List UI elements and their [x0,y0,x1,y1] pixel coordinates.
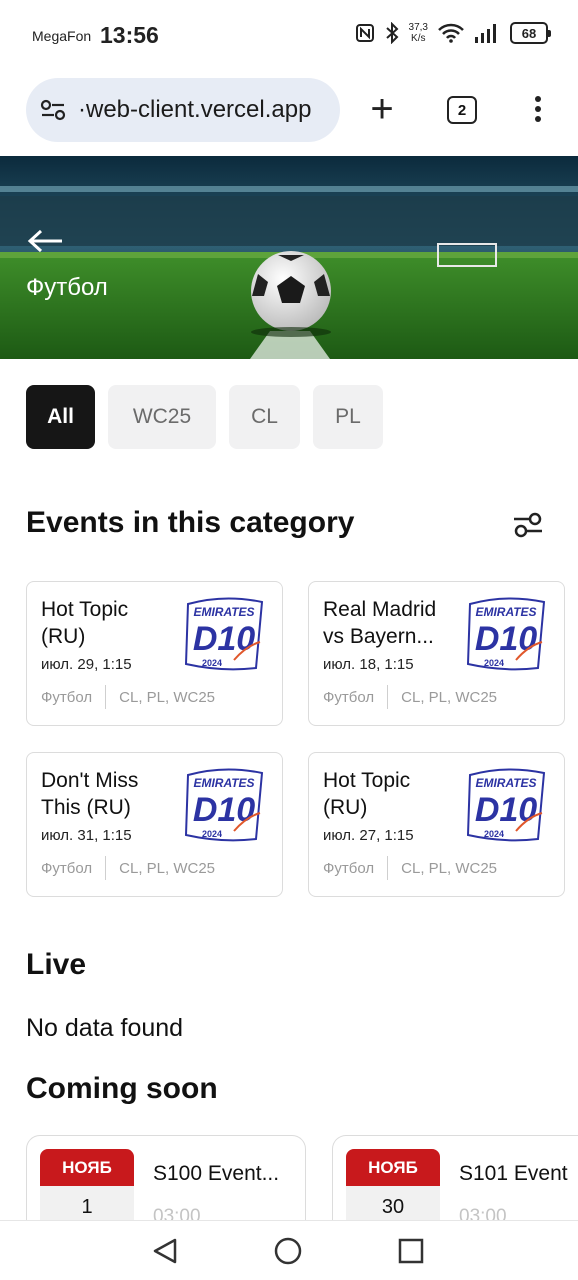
svg-text:2024: 2024 [484,658,504,668]
carrier-name: MegaFon [32,28,92,44]
event-meta: Футбол CL, PL, WC25 [323,685,497,709]
emirates-d10-logo: EMIRATES D10 2024 [466,597,546,671]
emirates-d10-logo: EMIRATES D10 2024 [184,768,264,842]
event-card[interactable]: Hot Topic (RU) июл. 29, 1:15 Футбол CL, … [26,581,283,726]
date-badge-month: НОЯБ [346,1149,440,1186]
events-section-title: Events in this category [26,506,355,539]
recents-nav-icon[interactable] [398,1238,424,1264]
event-meta: Футбол CL, PL, WC25 [41,685,215,709]
chip-cl[interactable]: CL [229,385,300,449]
filter-chips: All WC25 CL PL [26,385,383,449]
event-date: июл. 29, 1:15 [41,656,132,673]
event-category: Футбол [323,859,375,877]
upcoming-event-title: S101 Event [459,1162,568,1185]
event-tags: CL, PL, WC25 [119,688,216,706]
site-settings-icon[interactable] [40,99,66,121]
event-category: Футбол [41,688,93,706]
upcoming-event-title: S100 Event... [153,1162,280,1185]
event-title: Don't Miss This (RU) [41,769,139,819]
home-nav-icon[interactable] [274,1237,302,1265]
status-bar: MegaFon 13:56 37,3 K/s 68 [0,0,578,72]
svg-text:D10: D10 [475,791,537,829]
svg-text:2024: 2024 [484,829,504,839]
event-card[interactable]: Hot Topic (RU) июл. 27, 1:15 Футбол CL, … [308,752,565,897]
svg-text:EMIRATES: EMIRATES [193,605,254,619]
coming-soon-title: Coming soon [26,1072,218,1105]
svg-text:D10: D10 [193,620,255,658]
emirates-d10-logo: EMIRATES D10 2024 [466,768,546,842]
event-date: июл. 31, 1:15 [41,827,132,844]
chip-all[interactable]: All [26,385,95,449]
tab-switcher-button[interactable]: 2 [447,96,477,124]
battery-indicator: 68 [510,22,551,44]
back-nav-icon[interactable] [152,1237,178,1265]
svg-text:D10: D10 [193,791,255,829]
system-navigation-bar [0,1220,578,1280]
live-section-title: Live [26,948,87,981]
filter-settings-icon[interactable] [512,510,544,540]
new-tab-button[interactable]: + [366,89,398,129]
event-tags: CL, PL, WC25 [119,859,216,877]
browser-menu-button[interactable] [530,96,546,126]
category-title: Футбол [26,274,108,301]
emirates-d10-logo: EMIRATES D10 2024 [184,597,264,671]
status-clock: 13:56 [100,22,159,48]
stadium-image [0,156,578,359]
event-meta: Футбол CL, PL, WC25 [41,856,215,880]
svg-text:EMIRATES: EMIRATES [475,605,536,619]
status-icons: 37,3 K/s 68 [355,22,551,44]
event-category: Футбол [323,688,375,706]
event-card[interactable]: Real Madrid vs Bayern... июл. 18, 1:15 Ф… [308,581,565,726]
nfc-icon [355,24,374,42]
url-text[interactable]: ·web-client.vercel.app [78,96,311,124]
date-badge: НОЯБ 1 [40,1149,134,1229]
svg-text:D10: D10 [475,620,537,658]
svg-text:2024: 2024 [202,658,222,668]
wifi-icon [438,23,464,43]
event-tags: CL, PL, WC25 [401,688,498,706]
event-date: июл. 27, 1:15 [323,827,414,844]
chip-pl[interactable]: PL [313,385,383,449]
address-bar[interactable]: ·web-client.vercel.app [26,78,340,142]
svg-text:2024: 2024 [202,829,222,839]
event-date: июл. 18, 1:15 [323,656,414,673]
back-arrow-icon[interactable] [26,228,66,254]
event-tags: CL, PL, WC25 [401,859,498,877]
signal-icon [475,24,496,43]
event-title: Hot Topic (RU) [323,769,411,819]
event-title: Hot Topic (RU) [41,598,129,648]
network-speed: 37,3 K/s [409,22,428,44]
bluetooth-icon [385,22,398,44]
live-empty-message: No data found [26,1014,184,1042]
network-speed-unit: K/s [411,33,426,44]
event-meta: Футбол CL, PL, WC25 [323,856,497,880]
network-speed-value: 37,3 [408,22,428,33]
date-badge-month: НОЯБ [40,1149,134,1186]
chip-wc25[interactable]: WC25 [108,385,216,449]
event-title: Real Madrid vs Bayern... [323,598,437,648]
date-badge: НОЯБ 30 [346,1149,440,1229]
svg-text:EMIRATES: EMIRATES [475,776,536,790]
category-hero: Футбол [0,156,578,359]
event-category: Футбол [41,859,93,877]
event-card[interactable]: Don't Miss This (RU) июл. 31, 1:15 Футбо… [26,752,283,897]
svg-text:EMIRATES: EMIRATES [193,776,254,790]
